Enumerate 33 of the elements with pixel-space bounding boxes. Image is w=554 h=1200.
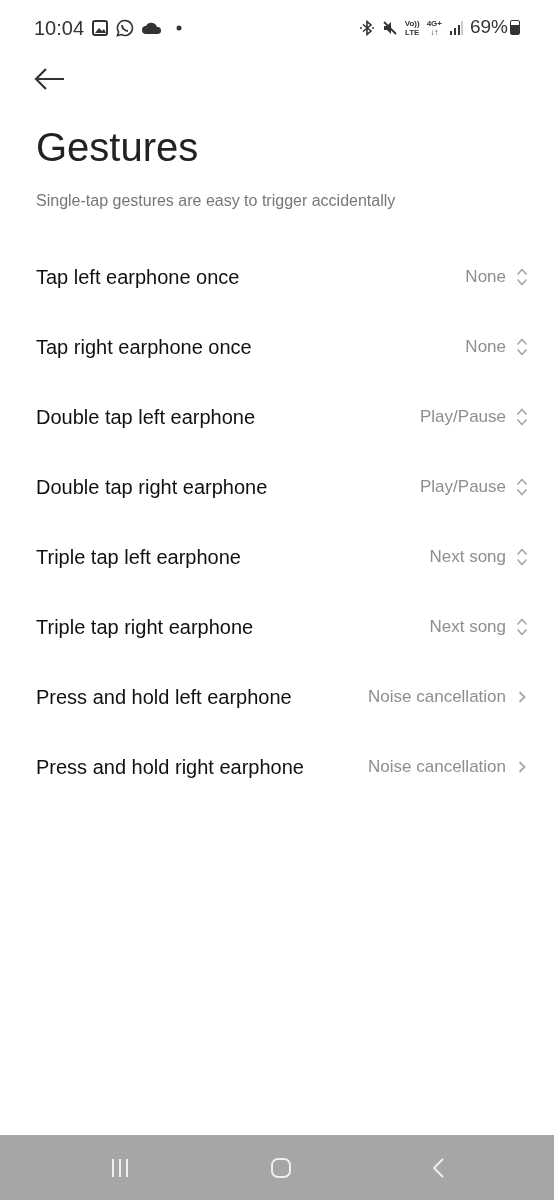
up-down-chevron-icon [516,617,528,637]
back-button[interactable] [34,67,66,91]
page-title: Gestures [36,127,200,167]
battery-percent: 69% [469,15,508,40]
bluetooth-icon [358,19,375,36]
gesture-setting-row[interactable]: Tap left earphone once None [0,242,554,312]
clock: 10:04 [34,15,85,41]
network-indicator: Vo)) LTE [404,18,420,37]
gesture-setting-row[interactable]: Double tap right earphone Play/Pause [0,452,554,522]
network-indicator: 4G+ ↓↑ [426,18,442,37]
page-subtitle: Single-tap gestures are easy to trigger accidentally [36,191,397,211]
chat-bubble-icon [116,18,135,37]
gesture-setting-row[interactable]: Press and hold right earphone Noise cancellation [0,732,554,802]
chevron-right-icon [518,760,526,774]
chevron-right-icon [518,690,526,704]
gallery-icon [92,19,109,36]
gesture-setting-row[interactable]: Press and hold left earphone Noise cancellation [0,662,554,732]
up-down-chevron-icon [516,547,528,567]
home-button[interactable] [270,1156,292,1179]
gesture-setting-row[interactable]: Double tap left earphone Play/Pause [0,382,554,452]
cloud-icon [142,21,163,34]
up-down-chevron-icon [516,407,528,427]
gesture-setting-row[interactable]: Triple tap left earphone Next song [0,522,554,592]
battery-icon [510,20,520,35]
up-down-chevron-icon [516,337,528,357]
gesture-setting-row[interactable]: Tap right earphone once None [0,312,554,382]
up-down-chevron-icon [516,477,528,497]
up-down-chevron-icon [516,267,528,287]
muted-speaker-icon [381,19,398,36]
signal-icon [448,19,463,36]
gesture-setting-row[interactable]: Triple tap right earphone Next song [0,592,554,662]
dot-icon [176,24,183,31]
back-nav-button[interactable] [430,1156,445,1179]
